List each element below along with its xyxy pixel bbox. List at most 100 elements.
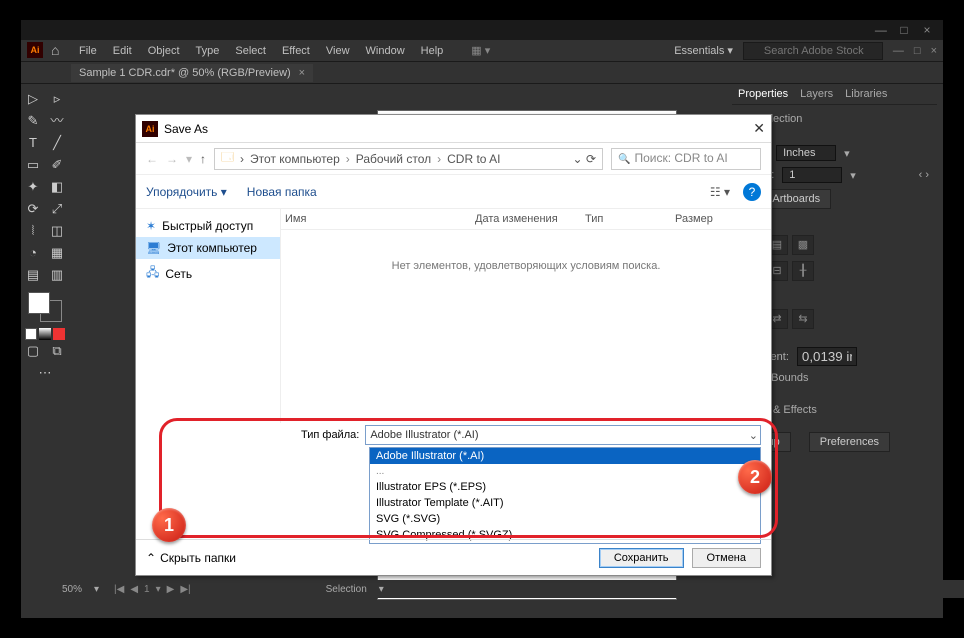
type-tool-icon[interactable]: T (23, 133, 43, 153)
crumb-desktop[interactable]: Рабочий стол (356, 152, 431, 166)
refresh-icon[interactable]: ⟳ (586, 152, 596, 166)
guide3-icon[interactable]: ⇆ (792, 309, 814, 329)
nav-back-icon[interactable]: ← (146, 152, 158, 166)
crumb-pc[interactable]: Этот компьютер (250, 152, 340, 166)
dialog-sidebar: ✶Быстрый доступ 🖥Этот компьютер 🖧Сеть (136, 209, 281, 423)
brush-tool-icon[interactable]: ✐ (47, 155, 67, 175)
app-titlebar: — □ × (21, 20, 943, 40)
network-icon: 🖧 (146, 263, 159, 284)
page-number[interactable]: 1 (141, 584, 153, 595)
document-tab-bar: Sample 1 CDR.cdr* @ 50% (RGB/Preview) × (21, 62, 943, 84)
nav-dd-icon[interactable]: ▾ (186, 152, 192, 166)
eraser-tool-icon[interactable]: ◧ (47, 177, 67, 197)
selection-tool-icon[interactable]: ▷ (23, 89, 43, 109)
screen-mode-icon[interactable]: ▢ (23, 341, 43, 361)
shaper-tool-icon[interactable]: ✦ (23, 177, 43, 197)
filetype-option-svg[interactable]: SVG (*.SVG) (370, 511, 760, 527)
fill-stroke-swatch[interactable] (28, 292, 62, 322)
dialog-addressbar: ← → ▾ ↑ 🗔 › Этот компьютер› Рабочий стол… (136, 143, 771, 175)
chevron-up-icon: ⌃ (146, 551, 156, 565)
shape-builder-tool-icon[interactable]: ◔ (23, 243, 43, 263)
folder-search-input[interactable]: Поиск: CDR to AI (611, 148, 761, 170)
rectangle-tool-icon[interactable]: ▭ (23, 155, 43, 175)
workspace-switcher[interactable]: Essentials ▾ (674, 44, 733, 57)
crumb-dd-icon[interactable]: ⌄ (573, 152, 583, 166)
menu-object[interactable]: Object (148, 45, 180, 57)
units-select[interactable]: Inches (776, 145, 836, 161)
snap3-icon[interactable]: ╂ (792, 261, 814, 281)
close2-button[interactable]: × (931, 45, 937, 57)
menu-file[interactable]: File (79, 45, 97, 57)
menu-view[interactable]: View (326, 45, 350, 57)
minimize-button[interactable]: — (871, 23, 891, 37)
zoom-level[interactable]: 50% (62, 584, 82, 595)
col-date[interactable]: Дата изменения (471, 213, 581, 225)
preferences-button[interactable]: Preferences (809, 432, 890, 452)
menu-select[interactable]: Select (235, 45, 266, 57)
width-tool-icon[interactable]: ⦚ (23, 221, 43, 241)
folder-icon: 🗔 (221, 148, 234, 169)
new-folder-button[interactable]: Новая папка (247, 185, 317, 199)
document-tab-title: Sample 1 CDR.cdr* @ 50% (RGB/Preview) (79, 67, 291, 79)
max2-button[interactable]: □ (914, 45, 921, 57)
file-list: Имя Дата изменения Тип Размер Нет элемен… (281, 209, 771, 423)
status-bar: 50%▾ |◀◀1▾▶▶| Selection▾ (42, 580, 964, 598)
filetype-combobox[interactable]: Adobe Illustrator (*.AI) ⌄ (365, 425, 761, 445)
annotation-marker-1: 1 (152, 508, 186, 542)
sidebar-item-thispc[interactable]: 🖥Этот компьютер (136, 237, 280, 259)
menu-type[interactable]: Type (196, 45, 220, 57)
col-size[interactable]: Размер (671, 213, 717, 225)
breadcrumb[interactable]: 🗔 › Этот компьютер› Рабочий стол› CDR to… (214, 148, 603, 170)
cancel-button[interactable]: Отмена (692, 548, 761, 568)
home-icon[interactable]: ⌂ (51, 42, 59, 58)
tab-layers[interactable]: Layers (800, 88, 833, 100)
grid3-icon[interactable]: ▩ (792, 235, 814, 255)
main-menubar: Ai ⌂ File Edit Object Type Select Effect… (21, 40, 943, 62)
free-transform-tool-icon[interactable]: ◫ (47, 221, 67, 241)
edit-toolbar-icon[interactable]: ⋯ (35, 363, 55, 383)
min2-button[interactable]: — (893, 45, 904, 57)
close-button[interactable]: × (917, 23, 937, 37)
document-tab[interactable]: Sample 1 CDR.cdr* @ 50% (RGB/Preview) × (71, 64, 313, 82)
menu-help[interactable]: Help (421, 45, 444, 57)
crumb-folder[interactable]: CDR to AI (447, 152, 500, 166)
direct-selection-tool-icon[interactable]: ▹ (47, 89, 67, 109)
sidebar-item-network[interactable]: 🖧Сеть (136, 259, 280, 288)
tab-libraries[interactable]: Libraries (845, 88, 887, 100)
line-tool-icon[interactable]: ╱ (47, 133, 67, 153)
filetype-option-ait[interactable]: Illustrator Template (*.AIT) (370, 495, 760, 511)
pen-tool-icon[interactable]: ✎ (23, 111, 43, 131)
col-type[interactable]: Тип (581, 213, 671, 225)
save-button[interactable]: Сохранить (599, 548, 684, 568)
nav-fwd-icon[interactable]: → (166, 152, 178, 166)
nav-up-icon[interactable]: ↑ (200, 152, 206, 166)
organize-menu[interactable]: Упорядочить ▾ (146, 185, 227, 199)
dialog-close-icon[interactable]: ✕ (753, 120, 765, 137)
maximize-button[interactable]: □ (894, 23, 914, 37)
tab-close-icon[interactable]: × (299, 67, 305, 79)
col-name[interactable]: Имя (281, 213, 471, 225)
sidebar-item-quickaccess[interactable]: ✶Быстрый доступ (136, 215, 280, 237)
keyincr-input[interactable] (797, 347, 857, 366)
help-icon[interactable]: ? (743, 183, 761, 201)
chevron-down-icon[interactable]: ⌄ (749, 429, 758, 442)
artboard-select[interactable]: 1 (782, 167, 842, 183)
perspective-tool-icon[interactable]: ▦ (47, 243, 67, 263)
menu-effect[interactable]: Effect (282, 45, 310, 57)
dialog-footer: ⌃Скрыть папки Сохранить Отмена (136, 539, 771, 575)
mesh-tool-icon[interactable]: ▤ (23, 265, 43, 285)
change-screen-icon[interactable]: ⧉ (47, 341, 67, 361)
menu-window[interactable]: Window (366, 45, 405, 57)
filetype-option-eps[interactable]: Illustrator EPS (*.EPS) (370, 479, 760, 495)
curvature-tool-icon[interactable]: 〰 (47, 111, 67, 131)
hide-folders-toggle[interactable]: ⌃Скрыть папки (146, 551, 236, 565)
tab-properties[interactable]: Properties (738, 88, 788, 100)
view-mode-icon[interactable]: ☷ ▾ (707, 182, 733, 202)
stock-search-input[interactable] (743, 42, 883, 60)
pc-icon: 🖥 (146, 241, 161, 255)
rotate-tool-icon[interactable]: ⟳ (23, 199, 43, 219)
gradient-tool-icon[interactable]: ▥ (47, 265, 67, 285)
filetype-option-ai[interactable]: Adobe Illustrator (*.AI) (370, 448, 760, 464)
menu-edit[interactable]: Edit (113, 45, 132, 57)
scale-tool-icon[interactable]: ⤢ (47, 199, 67, 219)
